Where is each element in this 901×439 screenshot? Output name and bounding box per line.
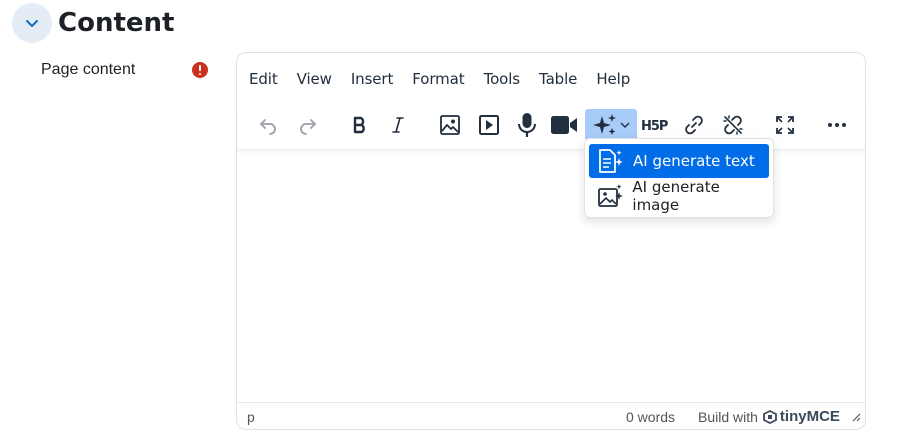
fullscreen-button[interactable] <box>768 109 802 141</box>
menu-table[interactable]: Table <box>539 66 577 92</box>
redo-button[interactable] <box>291 109 325 141</box>
ai-tools-button[interactable] <box>585 109 637 141</box>
bold-button[interactable] <box>343 109 377 141</box>
microphone-icon <box>518 113 536 137</box>
link-icon <box>685 115 703 135</box>
chevron-down-icon <box>620 122 630 128</box>
more-icon <box>828 123 846 127</box>
chevron-down-icon <box>26 20 38 27</box>
undo-icon <box>260 119 276 135</box>
ai-image-icon <box>597 184 623 207</box>
section-title: Content <box>58 8 175 38</box>
resize-icon <box>852 413 861 422</box>
menu-format[interactable]: Format <box>412 66 464 92</box>
collapse-button[interactable] <box>12 3 52 43</box>
h5p-label: H5P <box>641 119 668 134</box>
unlink-icon <box>723 115 743 135</box>
required-icon <box>192 62 208 78</box>
menu-view[interactable]: View <box>297 66 332 92</box>
menu-edit[interactable]: Edit <box>249 66 278 92</box>
italic-button[interactable] <box>381 109 415 141</box>
field-label: Page content <box>41 61 136 78</box>
ai-generate-text-label: AI generate text <box>633 152 755 170</box>
record-audio-button[interactable] <box>510 109 544 141</box>
undo-button[interactable] <box>251 109 285 141</box>
link-button[interactable] <box>677 109 711 141</box>
italic-icon <box>392 117 404 133</box>
editor-statusbar: p 0 words Build with tinyMCE <box>237 402 865 429</box>
image-button[interactable] <box>433 109 467 141</box>
resize-handle[interactable] <box>851 409 861 425</box>
media-button[interactable] <box>472 109 506 141</box>
record-video-button[interactable] <box>547 109 581 141</box>
tinymce-brand: tinyMCE <box>779 408 840 425</box>
rich-text-editor: Edit View Insert Format Tools Table Help <box>236 52 866 430</box>
bold-icon <box>353 116 365 134</box>
tinymce-branding[interactable]: Build with tinyMCE <box>698 408 840 425</box>
word-count[interactable]: 0 words <box>626 409 675 425</box>
ai-generate-image-item[interactable]: AI generate image <box>589 178 769 214</box>
section-header: Content <box>12 3 174 43</box>
ai-generate-image-label: AI generate image <box>632 178 720 214</box>
menu-tools[interactable]: Tools <box>484 66 521 92</box>
image-icon <box>440 115 460 135</box>
ai-generate-text-item[interactable]: AI generate text <box>589 144 769 178</box>
ai-tools-dropdown: AI generate text AI generate image <box>584 138 774 218</box>
media-icon <box>479 115 499 135</box>
h5p-icon: H5P <box>641 119 669 134</box>
unlink-button[interactable] <box>716 109 750 141</box>
built-with-label: Build with <box>698 408 758 425</box>
video-camera-icon <box>551 116 577 134</box>
ai-sparkles-icon <box>593 114 616 135</box>
menu-help[interactable]: Help <box>596 66 630 92</box>
h5p-button[interactable]: H5P <box>639 109 673 141</box>
menu-insert[interactable]: Insert <box>351 66 394 92</box>
ai-text-icon <box>599 149 623 173</box>
fullscreen-icon <box>776 116 794 134</box>
editor-menubar: Edit View Insert Format Tools Table Help <box>249 66 649 92</box>
tinymce-logo-icon <box>763 409 777 424</box>
redo-icon <box>300 119 316 135</box>
more-button[interactable] <box>820 109 854 141</box>
element-path[interactable]: p <box>247 409 255 425</box>
